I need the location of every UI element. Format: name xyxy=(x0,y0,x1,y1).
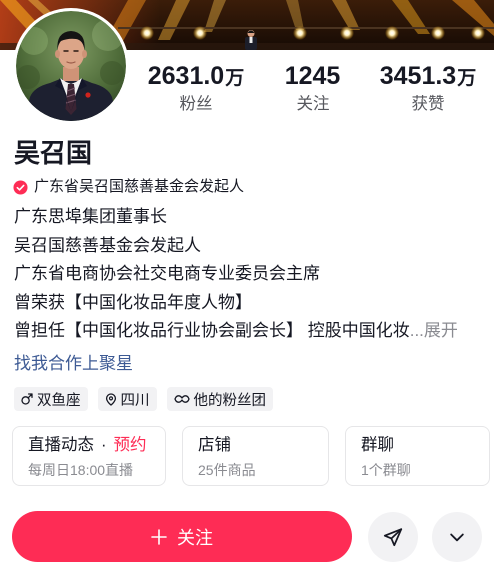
stat-followers[interactable]: 2631.0万 粉丝 xyxy=(140,62,252,115)
tag-zodiac[interactable]: 双鱼座 xyxy=(14,387,88,411)
bio-line: 曾荣获【中国化妆品年度人物】 xyxy=(14,292,252,312)
card-title: 店铺 xyxy=(198,436,231,454)
share-button[interactable] xyxy=(368,512,418,562)
bio-line: 曾担任【中国化妆品行业协会副会长】 控股中国化妆 ...展开 xyxy=(14,317,480,346)
chevron-down-icon xyxy=(450,533,464,542)
bio-line: 吴召国慈善基金会发起人 xyxy=(14,235,201,255)
profile-name: 吴召国 xyxy=(14,138,93,168)
card-reserve-label[interactable]: 预约 xyxy=(114,436,147,454)
send-icon xyxy=(383,528,403,547)
male-icon xyxy=(21,393,33,405)
card-subtitle: 1个群聊 xyxy=(361,462,411,478)
stat-value: 1245 xyxy=(284,62,341,90)
cooperation-link[interactable]: 找我合作上聚星 xyxy=(14,350,133,378)
stat-value: 2631.0 xyxy=(147,62,225,90)
tag-label: 双鱼座 xyxy=(37,392,81,409)
stat-number: 3451.3万 xyxy=(372,62,484,90)
card-group-chat[interactable]: 群聊 1个群聊 xyxy=(345,426,490,486)
tag-fan-club[interactable]: 他的粉丝团 xyxy=(166,387,273,411)
stat-label: 关注 xyxy=(296,95,330,113)
avatar[interactable] xyxy=(13,8,129,124)
card-title: 直播动态 · 预约 xyxy=(28,434,147,456)
card-subtitle: 每周日18:00直播 xyxy=(28,462,134,478)
stat-label: 粉丝 xyxy=(179,95,213,113)
stat-label: 获赞 xyxy=(411,95,445,113)
bio-expand-link[interactable]: ...展开 xyxy=(410,317,458,346)
card-title: 群聊 xyxy=(361,436,394,454)
card-shop[interactable]: 店铺 25件商品 xyxy=(182,426,329,486)
profile-tags: 双鱼座 四川 他的粉丝团 xyxy=(14,387,273,411)
verification-line[interactable]: 广东省吴召国慈善基金会发起人 xyxy=(13,177,244,197)
stat-likes[interactable]: 3451.3万 获赞 xyxy=(372,62,484,115)
follow-button[interactable]: 关注 xyxy=(12,511,352,562)
stat-number: 1245 xyxy=(263,62,363,90)
card-title-separator: · xyxy=(101,436,107,454)
verified-badge-icon xyxy=(13,179,28,195)
stat-number: 2631.0万 xyxy=(140,62,252,90)
stat-unit: 万 xyxy=(225,68,245,89)
bio: 广东思埠集团董事长 吴召国慈善基金会发起人 广东省电商协会社交电商专业委员会主席… xyxy=(14,203,480,346)
plus-icon xyxy=(151,528,167,545)
follow-label: 关注 xyxy=(177,527,213,548)
card-live-schedule[interactable]: 直播动态 · 预约 每周日18:00直播 xyxy=(12,426,166,486)
card-title-text: 直播动态 xyxy=(28,436,94,454)
stat-unit: 万 xyxy=(457,68,477,89)
bio-line-truncated: 曾担任【中国化妆品行业协会副会长】 控股中国化妆 xyxy=(14,321,410,340)
tag-label: 他的粉丝团 xyxy=(193,392,267,409)
card-subtitle: 25件商品 xyxy=(198,462,256,478)
more-button[interactable] xyxy=(432,512,482,562)
stat-following[interactable]: 1245 关注 xyxy=(263,62,363,115)
bio-line: 广东省电商协会社交电商专业委员会主席 xyxy=(14,264,320,283)
bio-line: 广东思埠集团董事长 xyxy=(14,207,167,226)
stat-value: 3451.3 xyxy=(379,62,457,90)
tag-label: 四川 xyxy=(120,392,150,409)
location-icon xyxy=(105,392,117,406)
tag-location[interactable]: 四川 xyxy=(97,387,157,411)
verification-text: 广东省吴召国慈善基金会发起人 xyxy=(34,178,245,195)
fan-club-icon xyxy=(173,393,190,405)
